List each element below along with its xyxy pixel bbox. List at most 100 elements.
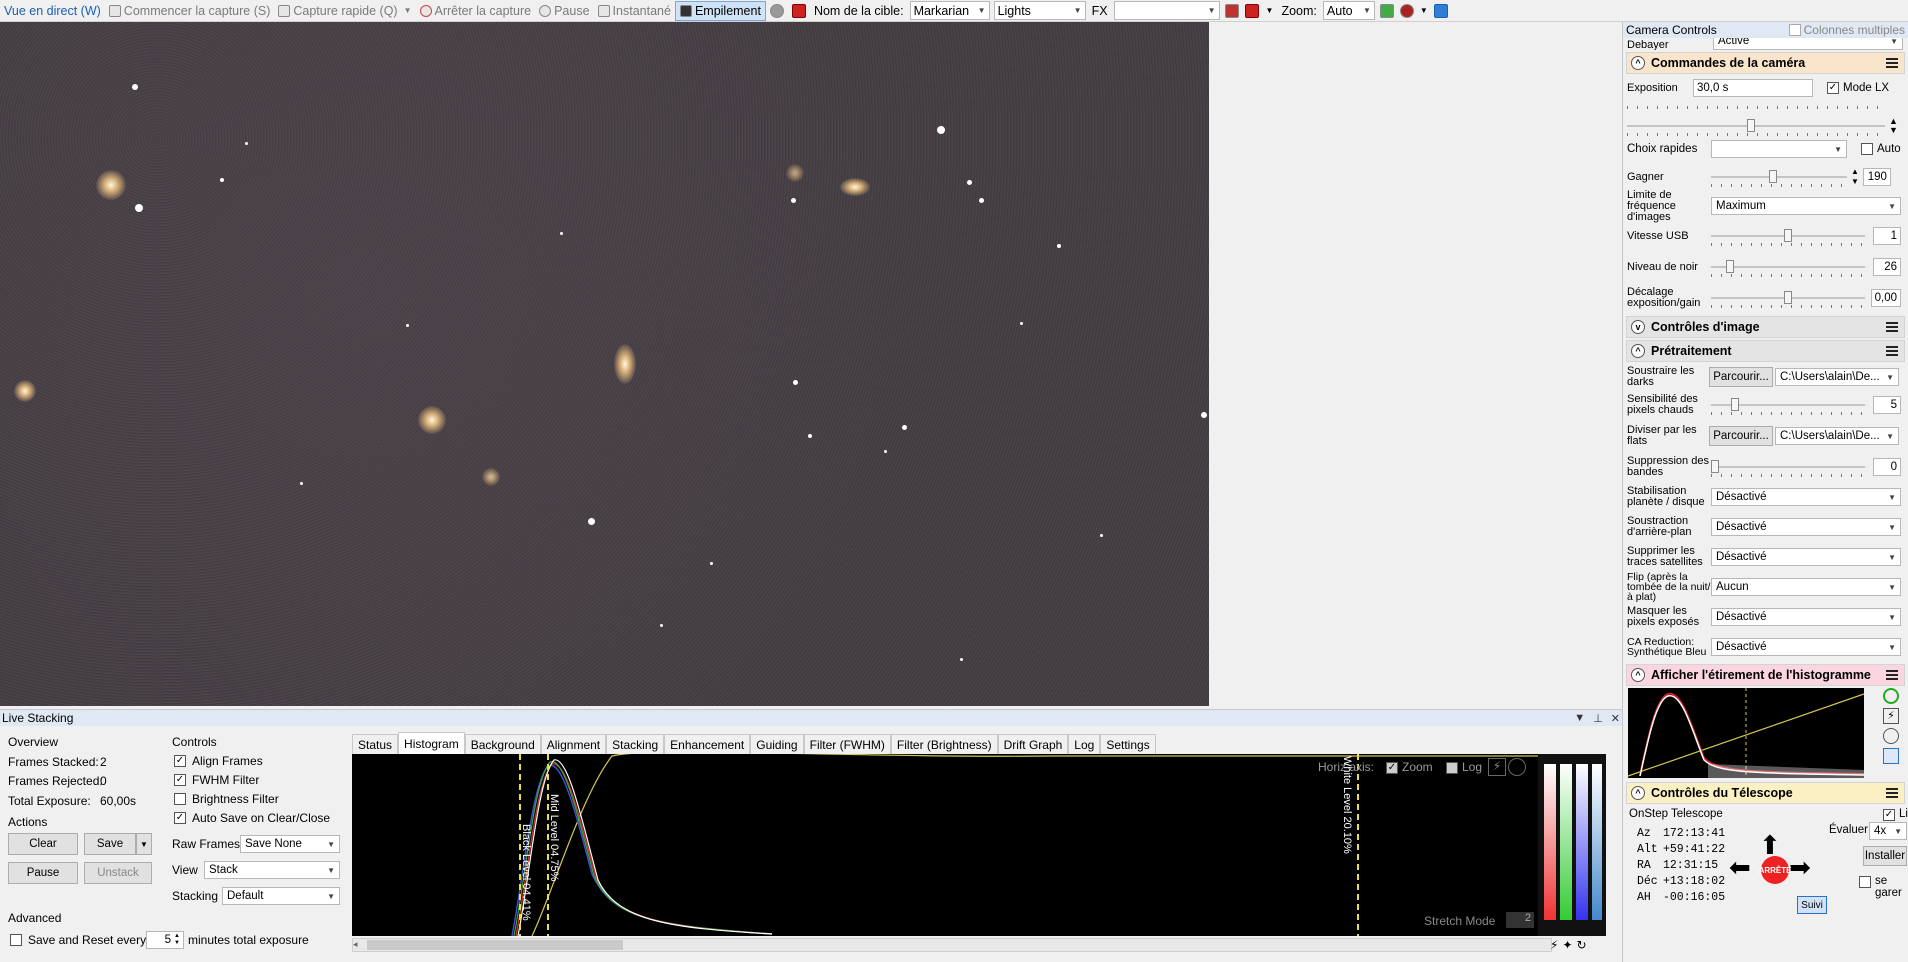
- planet-combo[interactable]: Désactivé ▼: [1711, 488, 1901, 506]
- flip-combo[interactable]: Aucun ▼: [1711, 578, 1901, 596]
- telescope-linked-checkbox[interactable]: ✓: [1883, 809, 1895, 821]
- stop-capture-button[interactable]: Arrêter la capture: [416, 1, 536, 21]
- black-level-input[interactable]: 26: [1873, 258, 1901, 276]
- save-reset-input[interactable]: 5 ▲ ▼: [146, 931, 184, 949]
- chevron-down-icon[interactable]: ▼: [1420, 6, 1428, 15]
- image-viewport[interactable]: [0, 22, 1622, 706]
- red-cross-icon[interactable]: [1244, 3, 1259, 18]
- scrollbar-thumb[interactable]: [367, 940, 623, 950]
- collapse-icon[interactable]: ^: [1631, 344, 1645, 358]
- tab-log[interactable]: Log: [1068, 734, 1101, 754]
- blue-channel-slider[interactable]: [1576, 764, 1588, 920]
- arrow-up-icon[interactable]: ⬆: [1759, 832, 1781, 858]
- brightness-filter-checkbox[interactable]: [174, 793, 186, 805]
- menu-icon[interactable]: [1886, 322, 1898, 332]
- tab-histogram[interactable]: Histogram: [398, 732, 465, 754]
- telescope-header[interactable]: ^ Contrôles du Télescope: [1626, 782, 1905, 804]
- darks-browse-button[interactable]: Parcourir...: [1709, 367, 1773, 387]
- close-icon[interactable]: ✕: [1611, 712, 1620, 725]
- black-level-slider[interactable]: [1711, 259, 1865, 277]
- image-controls-header[interactable]: v Contrôles d'image: [1626, 316, 1905, 338]
- banding-input[interactable]: 0: [1873, 458, 1901, 476]
- satellite-combo[interactable]: Désactivé ▼: [1711, 548, 1901, 566]
- hot-pixel-slider[interactable]: [1711, 397, 1865, 415]
- pause-button[interactable]: Pause: [535, 1, 593, 21]
- multi-columns-checkbox[interactable]: [1788, 24, 1801, 36]
- auto-stretch-icon[interactable]: [1883, 688, 1899, 704]
- fx-combo[interactable]: ▼: [1113, 1, 1220, 20]
- magnifier-icon[interactable]: [1399, 3, 1414, 18]
- histogram-view[interactable]: Black Level 04.41% Mid Level 04.75% Whit…: [352, 754, 1606, 936]
- stacking-combo[interactable]: Default ▼: [222, 887, 340, 905]
- raw-frames-combo[interactable]: Save None ▼: [240, 835, 340, 853]
- clear-button[interactable]: Clear: [8, 833, 78, 855]
- exp-gain-input[interactable]: 0,00: [1871, 289, 1901, 307]
- banding-slider[interactable]: [1711, 459, 1865, 477]
- install-button[interactable]: Installer: [1863, 846, 1907, 866]
- frame-type-combo[interactable]: Lights ▼: [993, 1, 1086, 20]
- exposure-fine-slider[interactable]: [1627, 100, 1887, 116]
- green-channel-slider[interactable]: [1560, 764, 1572, 920]
- align-frames-checkbox[interactable]: ✓: [174, 755, 186, 767]
- usb-slider[interactable]: [1711, 228, 1865, 246]
- histogram-icon[interactable]: [1379, 3, 1394, 18]
- tab-background[interactable]: Background: [464, 734, 541, 754]
- quick-capture-button[interactable]: Capture rapide (Q) ▼: [274, 1, 415, 21]
- framerate-combo[interactable]: Maximum ▼: [1711, 197, 1901, 215]
- exp-gain-slider[interactable]: [1711, 290, 1865, 308]
- start-capture-button[interactable]: Commencer la capture (S): [105, 1, 275, 21]
- record-icon[interactable]: [769, 3, 784, 18]
- pin-icon[interactable]: ⊥: [1593, 712, 1603, 725]
- menu-icon[interactable]: [1886, 670, 1898, 680]
- tab-stacking[interactable]: Stacking: [606, 734, 665, 754]
- stretch-mode-input[interactable]: 2: [1506, 912, 1534, 928]
- multi-columns-toggle[interactable]: Colonnes multiples: [1788, 23, 1905, 37]
- unstack-button[interactable]: Unstack: [84, 862, 152, 884]
- lightning-icon[interactable]: ⚡: [1550, 938, 1558, 954]
- histogram-scrollbar[interactable]: ◂: [352, 938, 1552, 952]
- stop-telescope-button[interactable]: ARRÊTE: [1759, 856, 1791, 884]
- exposure-slider[interactable]: [1627, 118, 1885, 136]
- auto-save-checkbox[interactable]: ✓: [174, 812, 186, 824]
- save-options-button[interactable]: ▼: [136, 833, 152, 855]
- follow-button[interactable]: Suivi: [1797, 896, 1827, 914]
- fwhm-filter-checkbox[interactable]: ✓: [174, 774, 186, 786]
- collapse-icon[interactable]: ^: [1631, 786, 1645, 800]
- stepper-icon[interactable]: ▲ ▼: [174, 933, 180, 947]
- tab-alignment[interactable]: Alignment: [540, 734, 607, 754]
- quick-choice-combo[interactable]: ▼: [1711, 140, 1847, 158]
- darks-path-combo[interactable]: C:\Users\alain\De... ▼: [1775, 368, 1899, 386]
- background-combo[interactable]: Désactivé ▼: [1711, 518, 1901, 536]
- histogram-chart[interactable]: Black Level 04.41% Mid Level 04.75% Whit…: [352, 754, 1606, 936]
- save-icon[interactable]: [1883, 748, 1899, 764]
- expand-icon[interactable]: v: [1631, 320, 1645, 334]
- park-checkbox[interactable]: [1859, 876, 1871, 888]
- reticle-icon[interactable]: [791, 3, 806, 18]
- menu-icon[interactable]: [1886, 58, 1898, 68]
- lx-mode-checkbox[interactable]: ✓: [1827, 82, 1839, 94]
- flats-path-combo[interactable]: C:\Users\alain\De... ▼: [1775, 427, 1899, 445]
- dropdown-icon[interactable]: ▼: [1574, 712, 1585, 725]
- auto-checkbox[interactable]: [1861, 143, 1873, 155]
- collapse-icon[interactable]: ^: [1631, 56, 1645, 70]
- stretch-histogram[interactable]: [1628, 688, 1864, 778]
- view-combo[interactable]: Stack ▼: [204, 861, 340, 879]
- lightning-icon[interactable]: ⚡: [1883, 708, 1899, 724]
- collapse-icon[interactable]: ^: [1631, 668, 1645, 682]
- tab-enhancement[interactable]: Enhancement: [664, 734, 751, 754]
- exposure-stepper[interactable]: ▲ ▼: [1889, 117, 1898, 135]
- camera-section-header[interactable]: ^ Commandes de la caméra: [1626, 52, 1905, 74]
- gain-stepper[interactable]: ▲ ▼: [1851, 167, 1859, 187]
- ca-combo[interactable]: Désactivé ▼: [1711, 638, 1901, 656]
- zoom-combo[interactable]: Auto ▼: [1322, 1, 1375, 20]
- lightning-icon[interactable]: ⚡: [1488, 758, 1506, 776]
- stacking-button[interactable]: Empilement: [674, 0, 766, 21]
- tab-filter-fwhm[interactable]: Filter (FWHM): [803, 734, 891, 754]
- tab-guiding[interactable]: Guiding: [750, 734, 804, 754]
- gain-input[interactable]: 190: [1862, 168, 1891, 186]
- exposure-input[interactable]: 30,0 s: [1693, 79, 1813, 97]
- chevron-down-icon[interactable]: ▼: [1266, 6, 1274, 15]
- tab-filter-brightness[interactable]: Filter (Brightness): [890, 734, 998, 754]
- target-name-combo[interactable]: Markarian ▼: [909, 1, 990, 20]
- debayer-combo[interactable]: Activé ▼: [1713, 38, 1903, 50]
